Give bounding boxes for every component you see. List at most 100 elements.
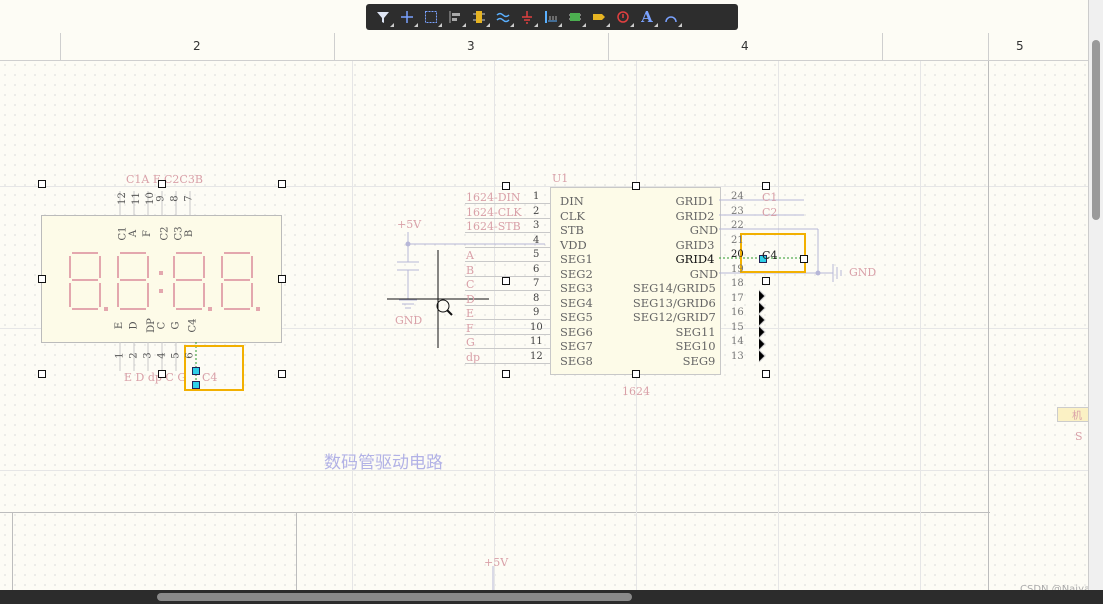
power-port-gnd[interactable]: GND — [395, 314, 422, 327]
chip-pin-number: 4 — [533, 234, 540, 246]
vcc-bottom-wire — [492, 566, 494, 590]
arc-icon[interactable] — [660, 6, 682, 28]
display-pin-number: 9 — [155, 195, 167, 202]
vertical-scrollbar[interactable] — [1088, 0, 1103, 590]
crosshair-icon[interactable] — [396, 6, 418, 28]
selection-handle[interactable] — [158, 370, 166, 378]
partial-component[interactable]: 机 — [1057, 407, 1090, 422]
display-pin-number: 3 — [142, 352, 154, 359]
display-pin-number: 5 — [170, 352, 182, 359]
border-line — [296, 512, 297, 590]
net-icon[interactable] — [492, 6, 514, 28]
selection-handle[interactable] — [278, 180, 286, 188]
ruler-col-2: 2 — [193, 39, 201, 53]
selection-handle[interactable] — [38, 275, 46, 283]
chip-pin-name: SEG13/GRID6 — [632, 295, 716, 310]
selection-handle[interactable] — [502, 277, 510, 285]
horizontal-scroll-thumb[interactable] — [157, 593, 632, 601]
chip-pin-name: STB — [560, 223, 584, 237]
vertical-scroll-thumb[interactable] — [1092, 40, 1100, 220]
filter-icon[interactable] — [372, 6, 394, 28]
selection-handle[interactable] — [632, 370, 640, 378]
selection-handle[interactable] — [158, 180, 166, 188]
chip-pin-number: 5 — [533, 249, 540, 260]
ruler-col-4: 4 — [741, 39, 749, 53]
partial-component-label: 机 — [1072, 411, 1082, 422]
display-pin-number: 6 — [184, 352, 196, 359]
chip-pin-number: 24 — [731, 191, 744, 202]
schematic-canvas[interactable]: C1A F C2C3B E D dp C G C4 +5V GND U1 162… — [0, 0, 1103, 604]
selection-handle[interactable] — [762, 182, 770, 190]
chip-pin-wire — [465, 246, 550, 248]
chip-pin-number: 19 — [731, 263, 744, 275]
grid-line — [0, 470, 1088, 471]
sheet-symbol-icon[interactable] — [612, 6, 634, 28]
ground-icon[interactable] — [516, 6, 538, 28]
chip-pin-number: 7 — [533, 278, 540, 289]
chip-pin-number: 20 — [731, 249, 744, 260]
horizontal-scrollbar[interactable] — [0, 590, 1103, 604]
chip-pin-name: SEG1 — [560, 252, 593, 266]
display-pin-number: 1 — [114, 352, 126, 359]
chip-pin-number: 9 — [533, 307, 540, 318]
chip-pin-number: 18 — [731, 278, 744, 289]
wire-endpoint[interactable] — [192, 381, 200, 389]
selection-handle[interactable] — [278, 370, 286, 378]
display-pin-number: 8 — [169, 195, 181, 202]
selection-handle[interactable] — [762, 370, 770, 378]
selection-handle[interactable] — [502, 182, 510, 190]
component-icon[interactable] — [468, 6, 490, 28]
chip-right-net-label: C4 — [762, 249, 778, 262]
wire-endpoint[interactable] — [192, 367, 200, 375]
chip-pin-wire — [465, 362, 550, 364]
chip-pin-name: SEG10 — [675, 339, 716, 353]
chip-pin-wire — [465, 304, 550, 306]
chip-pin-wire — [465, 275, 550, 277]
selection-handle[interactable] — [38, 370, 46, 378]
chip-pin-wire — [465, 319, 550, 320]
chip-pin-name: SEG8 — [560, 353, 593, 368]
align-icon[interactable] — [444, 6, 466, 28]
grid-line — [352, 60, 353, 590]
selection-handle[interactable] — [38, 180, 46, 188]
wire-endpoint[interactable] — [800, 255, 808, 263]
chip-pin-wire — [465, 203, 550, 204]
select-rect-icon[interactable] — [420, 6, 442, 28]
selection-handle[interactable] — [278, 275, 286, 283]
chip-pin-wire — [465, 348, 550, 349]
display-face-label: C4 — [187, 318, 199, 333]
schematic-title: 数码管驱动电路 — [324, 453, 443, 473]
chip-pin-name: GND — [689, 223, 719, 237]
chip-pin-name: SEG6 — [560, 324, 593, 339]
column-ruler: 2 3 4 5 — [0, 33, 1088, 61]
display-face-label: E — [114, 321, 126, 330]
chip-designator: U1 — [552, 172, 569, 185]
chip-pin-name: SEG5 — [560, 310, 593, 324]
chip-pin-number: 2 — [533, 205, 540, 217]
display-face-label: C — [156, 321, 168, 330]
chip-pin-number: 14 — [731, 336, 744, 347]
bus-icon[interactable] — [540, 6, 562, 28]
chip-pin-wire — [465, 261, 550, 262]
selection-handle[interactable] — [632, 182, 640, 190]
border-line — [12, 512, 13, 590]
text-icon[interactable]: A — [636, 6, 658, 28]
chip-pin-name: GRID3 — [675, 237, 715, 252]
power-port-gnd-right[interactable]: GND — [849, 266, 876, 279]
chip-pin-number: 22 — [731, 220, 744, 231]
port-icon[interactable] — [588, 6, 610, 28]
chip-pin-name: SEG14/GRID5 — [632, 281, 716, 295]
chip-pin-number: 6 — [533, 263, 540, 275]
chip-pin-name: GRID2 — [675, 208, 715, 223]
display-pin-number: 7 — [183, 195, 195, 202]
display-pin-number: 2 — [128, 352, 140, 359]
active-bar-toolbar: A — [366, 4, 738, 30]
selection-handle[interactable] — [502, 370, 510, 378]
chip-pin-name: SEG7 — [560, 339, 593, 353]
display-face-label: F — [141, 230, 153, 237]
chip-pin-number: 16 — [731, 307, 744, 318]
harness-icon[interactable] — [564, 6, 586, 28]
chip-pin-name: VDD — [560, 237, 587, 252]
net-label-c4: C4 — [202, 371, 218, 384]
partial-component-text: S — [1075, 430, 1083, 443]
